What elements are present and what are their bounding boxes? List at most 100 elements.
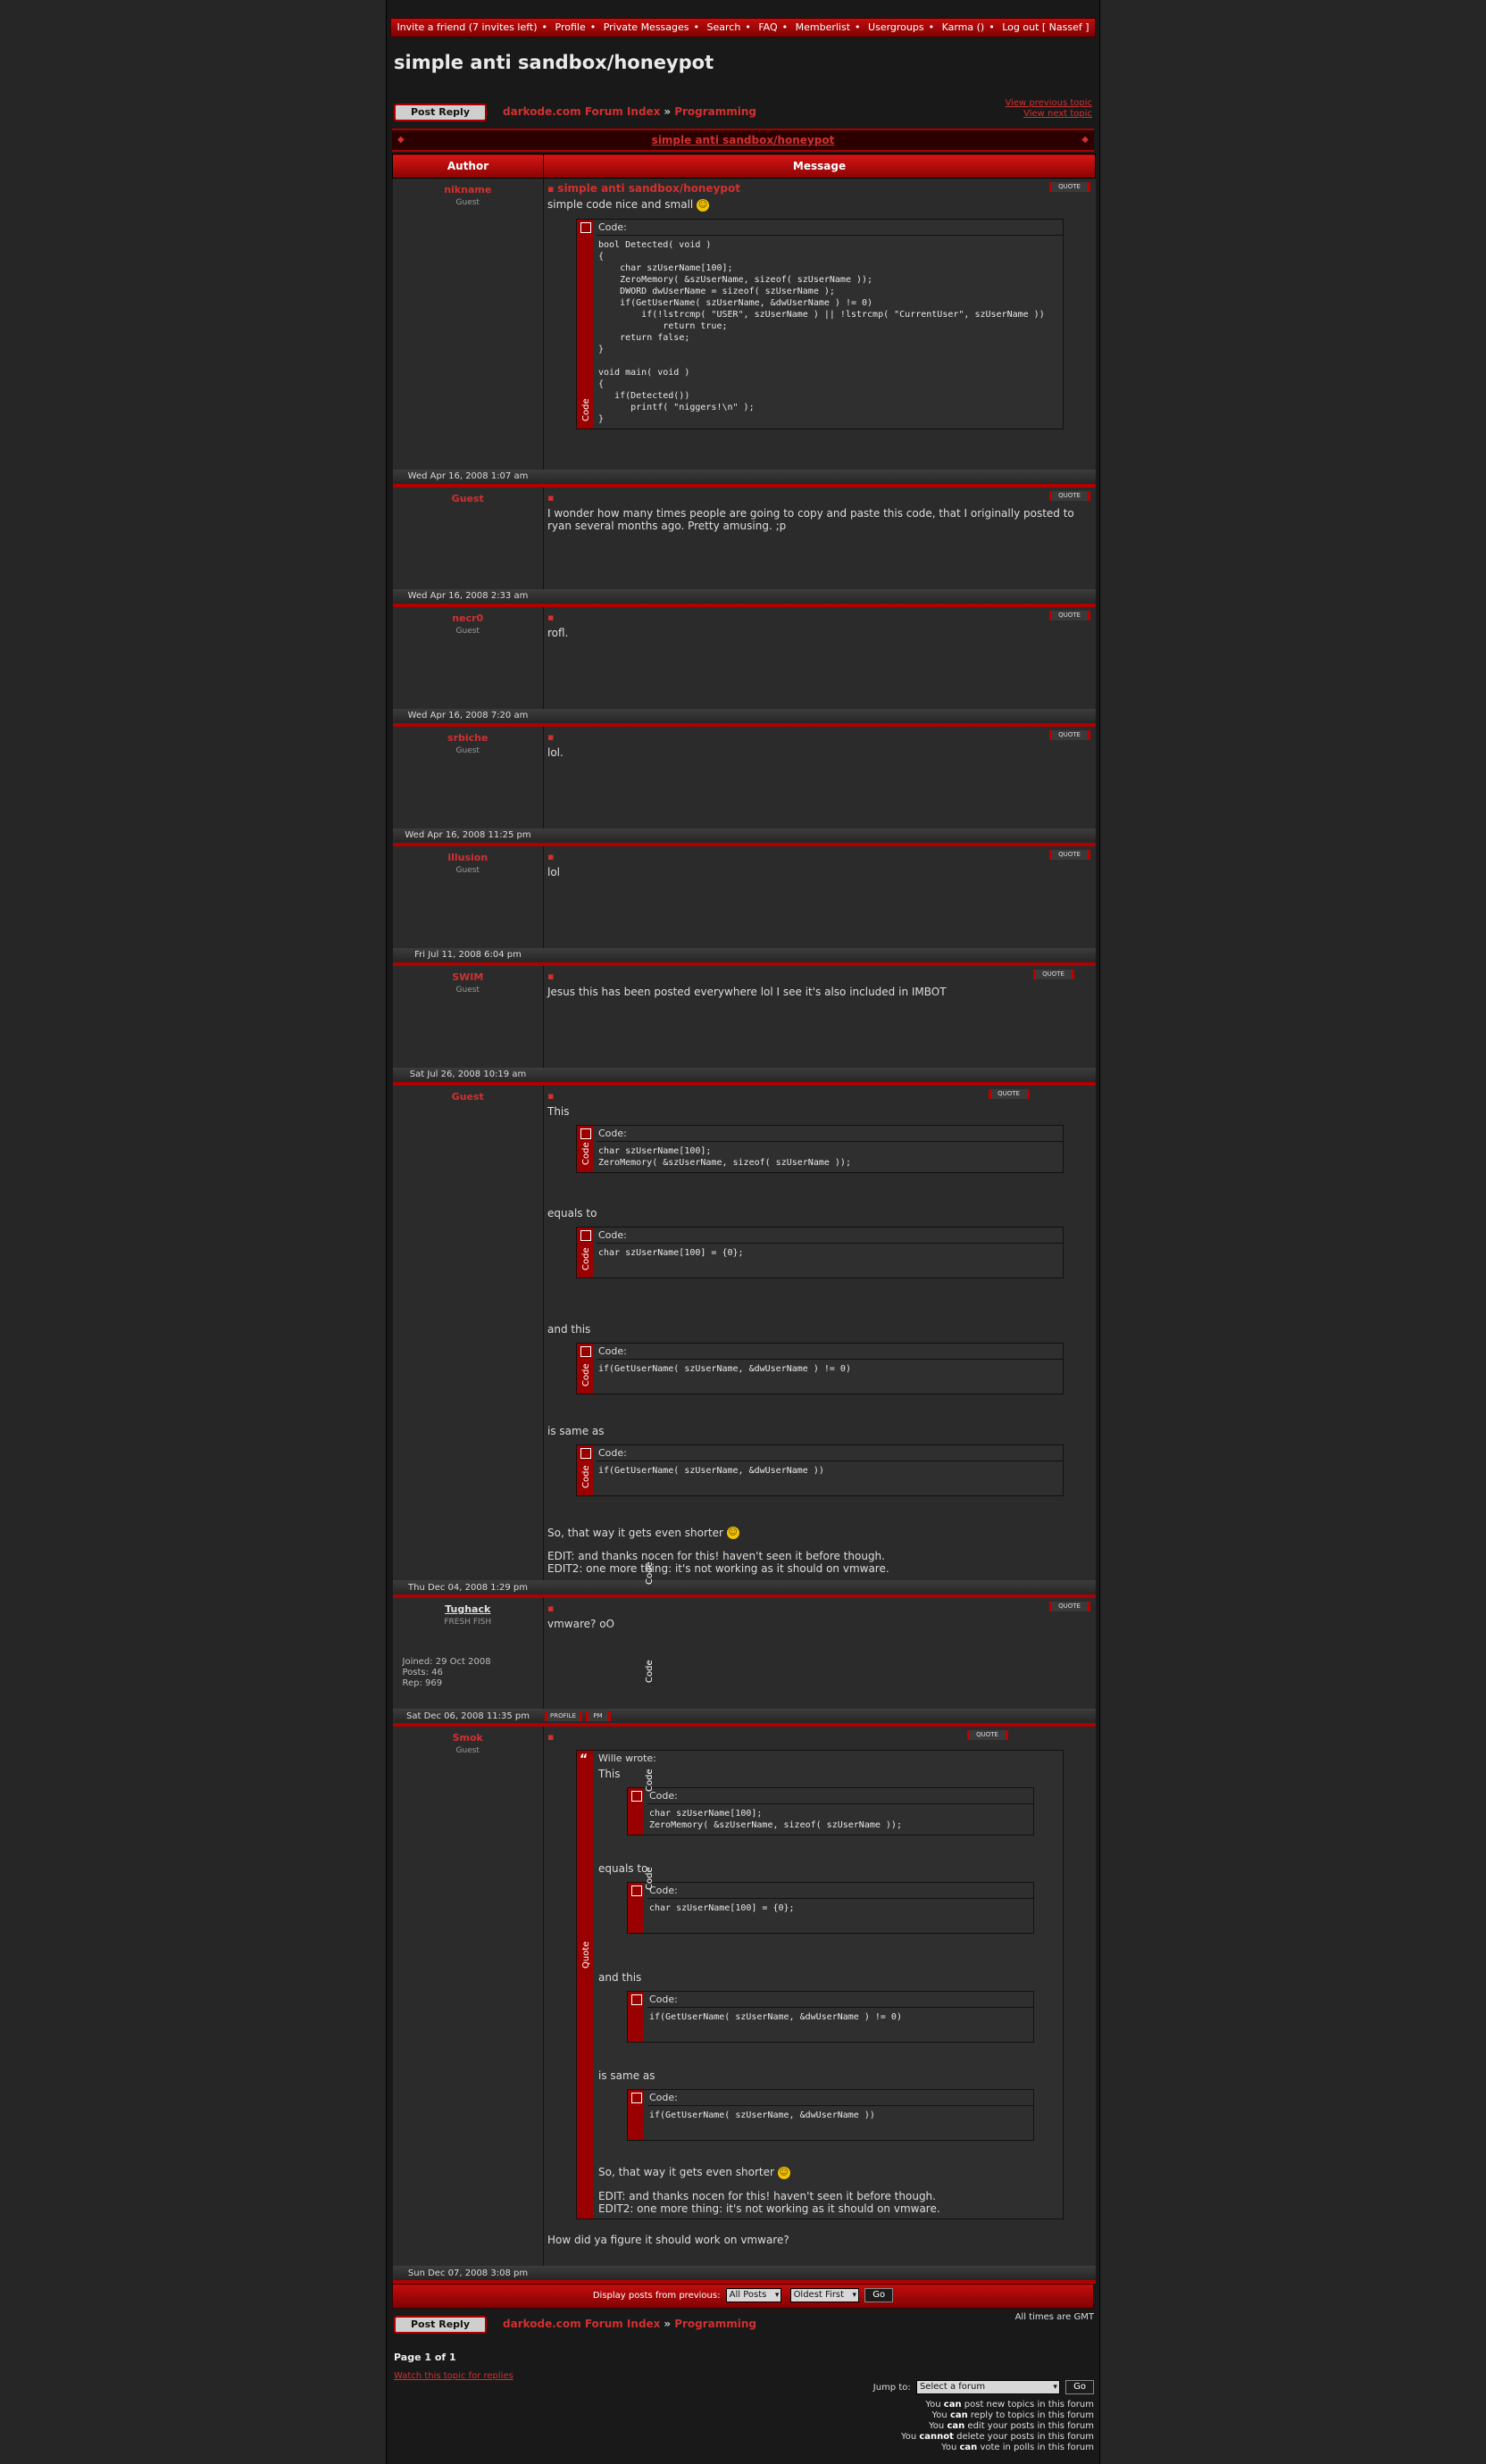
- quote-button[interactable]: QUOTE: [1048, 182, 1090, 192]
- nav-private-messages[interactable]: Private Messages: [604, 21, 689, 33]
- topic-title-link[interactable]: simple anti sandbox/honeypot: [652, 134, 835, 146]
- post-text: and this: [547, 1322, 591, 1336]
- pm-button[interactable]: PM: [585, 1711, 611, 1721]
- post-message-cell: QUOTE ▪ vmware? oO: [543, 1598, 1096, 1709]
- post-message-cell: QUOTE ▪ “Quote Wille wrote: This Code Co…: [543, 1561, 1096, 2266]
- code-header: Code:: [597, 220, 1063, 236]
- quote-button[interactable]: QUOTE: [1048, 1602, 1090, 1611]
- select-all-icon[interactable]: [631, 2093, 642, 2103]
- jump-to-label: Jump to:: [872, 2383, 911, 2393]
- select-all-icon[interactable]: [580, 1128, 591, 1139]
- quote-mark-icon: “: [580, 1752, 589, 1767]
- page-container: Invite a friend (7 invites left) • Profil…: [386, 0, 1100, 2464]
- post-text: lol: [547, 865, 561, 878]
- select-all-icon[interactable]: [580, 1229, 591, 1241]
- post-author-cell: necr0 Guest: [392, 606, 544, 709]
- nav-logout[interactable]: Log out [ Nassef ]: [1002, 21, 1089, 33]
- post-icon: ▪: [547, 491, 555, 504]
- post-author-name[interactable]: nikname: [394, 184, 543, 196]
- select-all-icon[interactable]: [580, 221, 591, 233]
- post-message-cell: QUOTE ▪ Jesus this has been posted every…: [543, 965, 1096, 1068]
- jump-to-select[interactable]: Select a forum: [915, 2380, 1060, 2394]
- quote-text: So, that way it gets even shorter ☺: [598, 2166, 790, 2179]
- quote-button[interactable]: QUOTE: [966, 1730, 1008, 1740]
- nav-karma[interactable]: Karma (): [942, 21, 985, 33]
- days-select[interactable]: All Posts: [725, 2288, 782, 2302]
- code-block: Code Code: char szUserName[100] = {0};: [627, 1660, 1034, 1934]
- post-date: Fri Jul 11, 2008 6:04 pm: [392, 947, 544, 962]
- quote-button[interactable]: QUOTE: [1032, 969, 1074, 979]
- post-icon: ▪: [547, 1089, 555, 1102]
- code-sidebar: Code: [628, 1867, 655, 2140]
- post-author-name[interactable]: Smok: [394, 1732, 543, 1744]
- view-previous-topic-link[interactable]: View previous topic: [1005, 98, 1092, 108]
- code-block: Code Code: if(GetUserName( szUserName, &…: [576, 1444, 1064, 1496]
- code-header: Code:: [597, 1228, 1063, 1244]
- post-footer: Sat Jul 26, 2008 10:19 am: [392, 1067, 1096, 1082]
- top-action-bar: Post Reply darkode.com Forum Index» Progr…: [392, 98, 1094, 129]
- display-posts-label: Display posts from previous:: [592, 2291, 721, 2301]
- profile-button[interactable]: PROFILE: [544, 1711, 582, 1721]
- code-content: char szUserName[100]; ZeroMemory( &szUse…: [649, 1809, 902, 1830]
- code-block: Code Code: if(GetUserName( szUserName, &…: [627, 1867, 1034, 2141]
- quote-header: Wille wrote:: [598, 1752, 656, 1764]
- bullet-icon: ◆: [397, 135, 405, 145]
- quote-button[interactable]: QUOTE: [988, 1088, 1030, 1099]
- post-row: srbiche Guest QUOTE ▪ lol.: [392, 726, 1096, 828]
- code-header: Code:: [597, 1445, 1063, 1461]
- post-reply-button[interactable]: Post Reply: [394, 104, 487, 121]
- code-block: Code Code: char szUserName[100] = {0};: [576, 1226, 1064, 1278]
- nav-invite-friend[interactable]: Invite a friend (7 invites left): [397, 21, 537, 33]
- code-block: Code Code: if(GetUserName( szUserName, &…: [627, 1769, 1034, 2043]
- code-content: if(GetUserName( szUserName, &dwUserName …: [649, 2110, 875, 2120]
- post-row: necr0 Guest QUOTE ▪ rofl.: [392, 606, 1096, 709]
- breadcrumb-programming[interactable]: Programming: [674, 105, 756, 118]
- go-button[interactable]: Go: [864, 2288, 894, 2302]
- top-navigation: Invite a friend (7 invites left) • Profil…: [390, 18, 1096, 37]
- select-all-icon[interactable]: [631, 1791, 642, 1802]
- code-content: char szUserName[100] = {0};: [649, 1903, 795, 1913]
- code-header: Code:: [647, 1883, 1033, 1899]
- code-content: if(GetUserName( szUserName, &dwUserName …: [598, 1465, 824, 1476]
- view-next-topic-link[interactable]: View next topic: [1023, 109, 1092, 119]
- post-date: Wed Apr 16, 2008 2:33 am: [392, 588, 544, 604]
- order-select[interactable]: Oldest First: [789, 2288, 860, 2302]
- post-row: Guest QUOTE ▪ I wonder how many times pe…: [392, 487, 1096, 589]
- breadcrumb-forum-index[interactable]: darkode.com Forum Index: [503, 2318, 660, 2330]
- post-footer: Wed Apr 16, 2008 1:07 am: [392, 469, 1096, 484]
- quote-button[interactable]: QUOTE: [1048, 610, 1090, 620]
- post-author-name[interactable]: Guest: [394, 1091, 543, 1103]
- nav-search[interactable]: Search: [707, 21, 741, 33]
- post-row: Guest QUOTE ▪ This Code Code: char szUse…: [392, 1085, 1096, 1580]
- breadcrumb-forum-index[interactable]: darkode.com Forum Index: [503, 105, 660, 118]
- nav-profile[interactable]: Profile: [555, 21, 586, 33]
- post-text: rofl.: [547, 626, 569, 639]
- post-message-cell: QUOTE ▪ lol: [543, 845, 1096, 948]
- post-author-name[interactable]: SWIM: [394, 971, 543, 983]
- quote-button[interactable]: QUOTE: [1048, 849, 1090, 860]
- post-icon: ▪: [547, 183, 555, 195]
- post-author-name[interactable]: necr0: [394, 612, 543, 624]
- select-all-icon[interactable]: [631, 1885, 642, 1896]
- post-text: This: [547, 1104, 570, 1118]
- nav-faq[interactable]: FAQ: [758, 21, 777, 33]
- select-all-icon[interactable]: [631, 1994, 642, 2005]
- breadcrumb-programming[interactable]: Programming: [674, 2318, 756, 2330]
- post-author-name[interactable]: illusion: [394, 852, 543, 863]
- watch-topic-link[interactable]: Watch this topic for replies: [394, 2371, 513, 2381]
- post-reply-button[interactable]: Post Reply: [394, 2316, 487, 2334]
- post-author-rank: Guest: [455, 985, 480, 995]
- post-author-name[interactable]: Tughack: [394, 1603, 543, 1615]
- jump-go-button[interactable]: Go: [1065, 2380, 1094, 2394]
- quote-button[interactable]: QUOTE: [1048, 490, 1090, 501]
- post-author-name[interactable]: Guest: [394, 493, 543, 504]
- breadcrumb: darkode.com Forum Index» Programming: [503, 2318, 757, 2330]
- quote-button[interactable]: QUOTE: [1048, 729, 1090, 740]
- post-author-name[interactable]: srbiche: [394, 732, 543, 744]
- select-all-icon[interactable]: [580, 1447, 591, 1459]
- nav-usergroups[interactable]: Usergroups: [868, 21, 924, 33]
- select-all-icon[interactable]: [580, 1345, 591, 1357]
- post-text: is same as: [547, 1424, 605, 1437]
- nav-memberlist[interactable]: Memberlist: [796, 21, 850, 33]
- code-content: if(GetUserName( szUserName, &dwUserName …: [598, 1363, 851, 1374]
